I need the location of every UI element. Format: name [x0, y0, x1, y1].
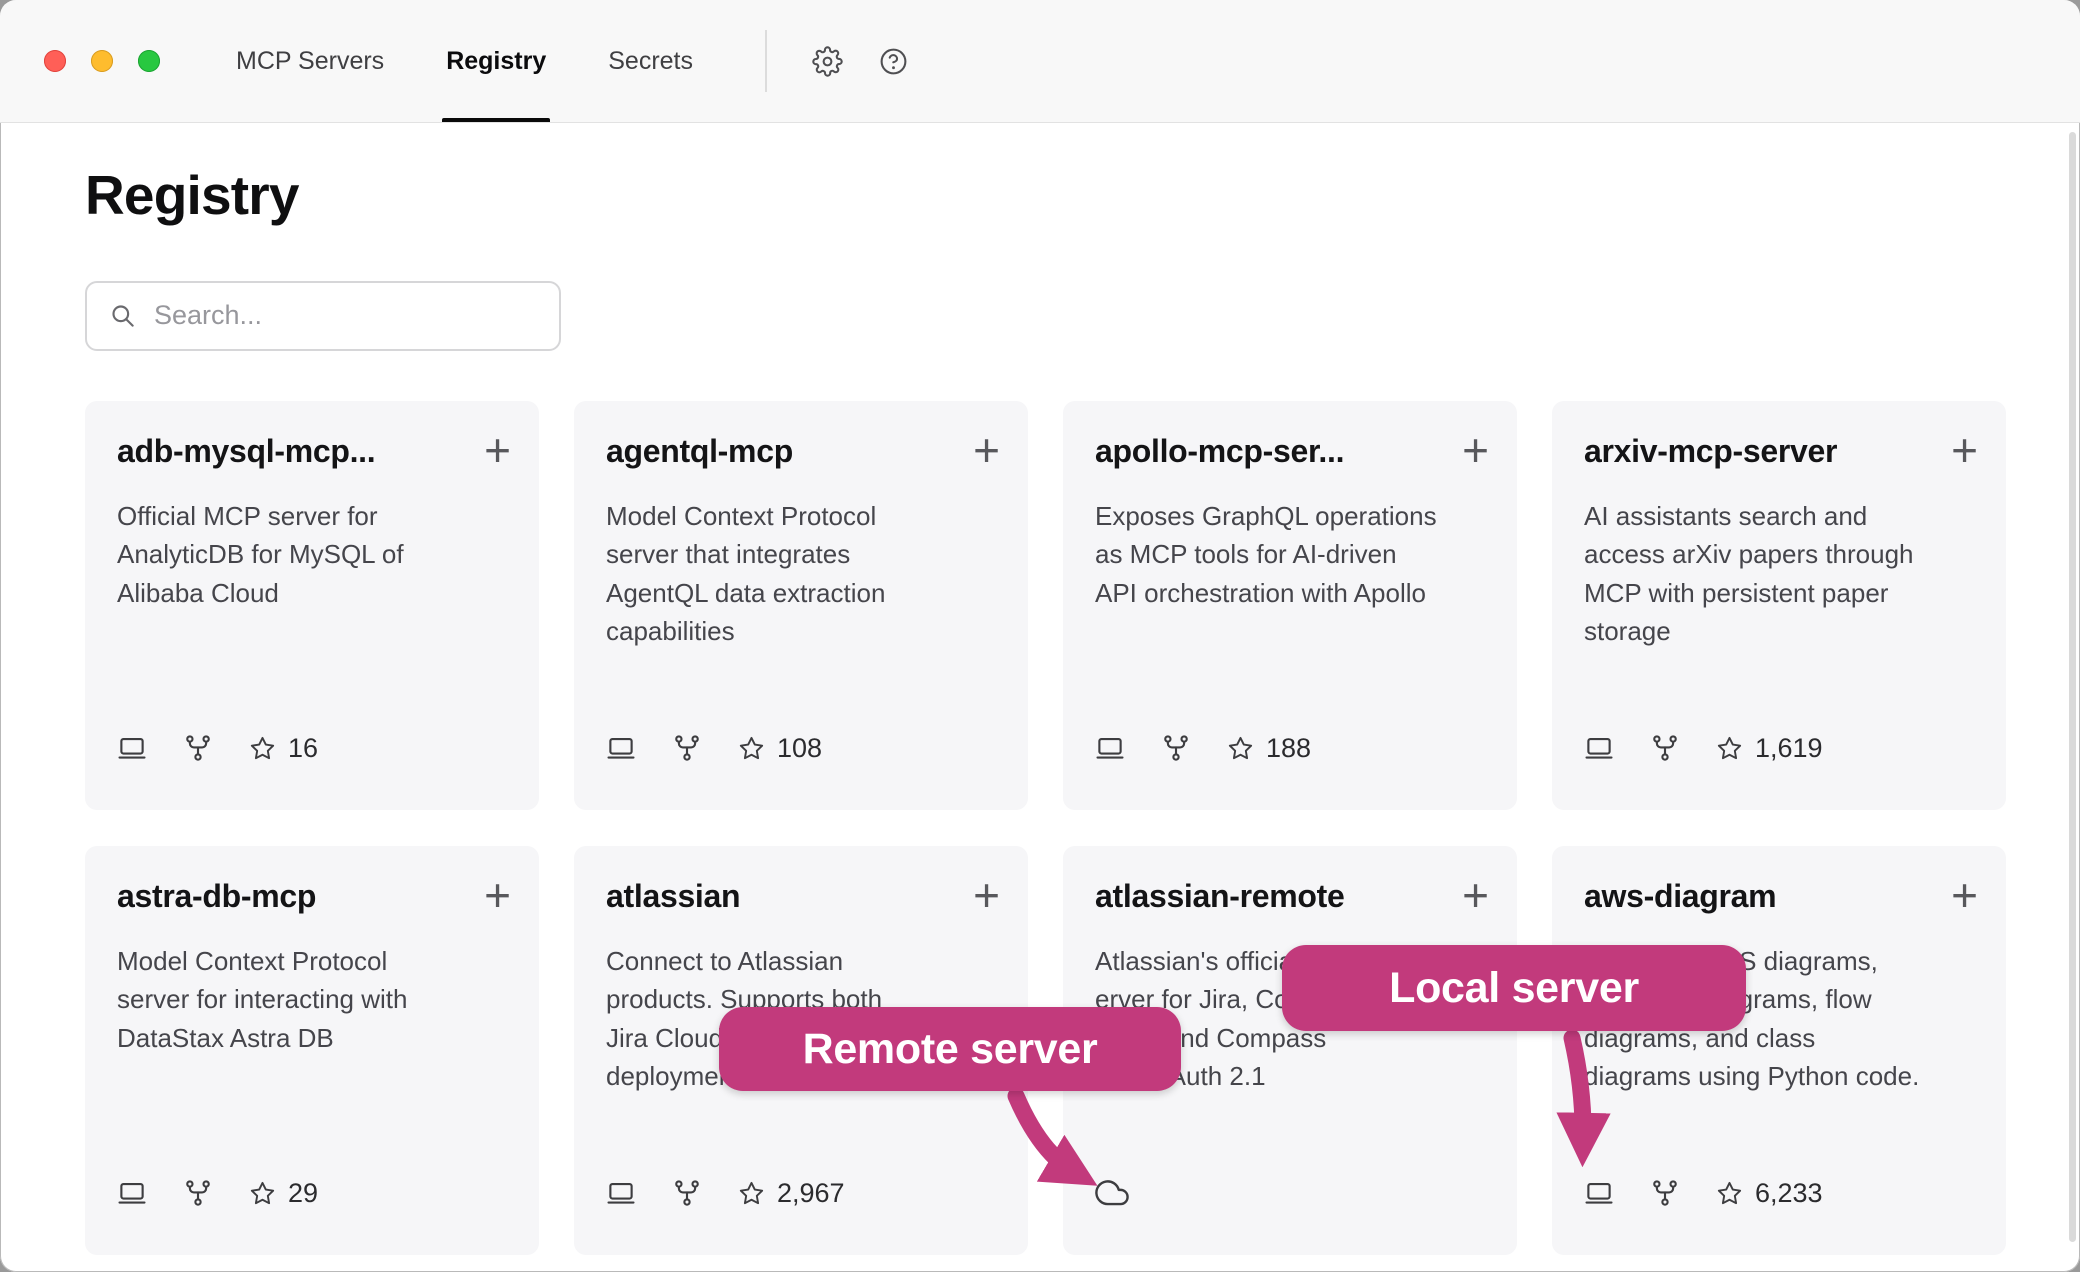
scrollbar[interactable] [2069, 132, 2076, 1242]
add-server-button[interactable]: + [973, 427, 1000, 473]
server-card-grid: adb-mysql-mcp... + Official MCP server f… [85, 401, 2006, 1255]
server-description: Generate AWS diagrams, sequence diagrams… [1584, 942, 1974, 1096]
server-name: atlassian-remote [1095, 878, 1345, 915]
fork-icon [672, 733, 702, 763]
star-rating: 1,619 [1716, 733, 1823, 764]
server-card-apollo-mcp-server: apollo-mcp-ser... + Exposes GraphQL oper… [1063, 401, 1517, 810]
registry-page: Registry adb-mysql-mcp... + Official MCP… [0, 165, 2080, 1255]
cloud-icon [1095, 1175, 1129, 1209]
server-description: Official MCP server for AnalyticDB for M… [117, 497, 507, 612]
server-description: Connect to Atlassian products. Supports … [606, 942, 996, 1096]
server-name: astra-db-mcp [117, 878, 316, 915]
tab-registry[interactable]: Registry [442, 0, 550, 122]
laptop-icon [1584, 733, 1614, 763]
fork-icon [183, 733, 213, 763]
star-rating: 2,967 [738, 1178, 845, 1209]
search-box[interactable] [85, 281, 561, 351]
server-name: adb-mysql-mcp... [117, 433, 375, 470]
server-card-astra-db-mcp: astra-db-mcp + Model Context Protocol se… [85, 846, 539, 1255]
add-server-button[interactable]: + [1462, 427, 1489, 473]
server-card-atlassian-remote: atlassian-remote + Atlassian's official … [1063, 846, 1517, 1255]
star-icon [1227, 735, 1254, 762]
toolbar-divider [765, 30, 767, 92]
server-card-adb-mysql-mcp: adb-mysql-mcp... + Official MCP server f… [85, 401, 539, 810]
add-server-button[interactable]: + [484, 872, 511, 918]
help-icon [878, 46, 909, 77]
server-card-atlassian: atlassian + Connect to Atlassian product… [574, 846, 1028, 1255]
server-name: agentql-mcp [606, 433, 793, 470]
server-description: AI assistants search and access arXiv pa… [1584, 497, 1974, 651]
star-icon [738, 1180, 765, 1207]
server-card-arxiv-mcp-server: arxiv-mcp-server + AI assistants search … [1552, 401, 2006, 810]
fork-icon [183, 1178, 213, 1208]
server-card-aws-diagram: aws-diagram + Generate AWS diagrams, seq… [1552, 846, 2006, 1255]
settings-gear-icon [812, 46, 843, 77]
search-icon [109, 302, 136, 329]
server-name: atlassian [606, 878, 740, 915]
add-server-button[interactable]: + [484, 427, 511, 473]
star-rating: 29 [249, 1178, 318, 1209]
laptop-icon [1095, 733, 1125, 763]
tab-mcp-servers[interactable]: MCP Servers [232, 0, 388, 122]
star-rating: 16 [249, 733, 318, 764]
server-card-agentql-mcp: agentql-mcp + Model Context Protocol ser… [574, 401, 1028, 810]
star-rating: 108 [738, 733, 822, 764]
star-rating: 6,233 [1716, 1178, 1823, 1209]
minimize-window-button[interactable] [91, 50, 113, 72]
star-count: 108 [777, 733, 822, 764]
add-server-button[interactable]: + [1462, 872, 1489, 918]
laptop-icon [117, 1178, 147, 1208]
star-count: 16 [288, 733, 318, 764]
fork-icon [1650, 1178, 1680, 1208]
laptop-icon [606, 1178, 636, 1208]
add-server-button[interactable]: + [1951, 427, 1978, 473]
close-window-button[interactable] [44, 50, 66, 72]
server-description: Model Context Protocol server for intera… [117, 942, 507, 1057]
main-tabs: MCP Servers Registry Secrets [232, 0, 751, 122]
laptop-icon [1584, 1178, 1614, 1208]
star-icon [1716, 735, 1743, 762]
star-icon [1716, 1180, 1743, 1207]
app-window: MCP Servers Registry Secrets Registry ad… [0, 0, 2080, 1272]
server-name: aws-diagram [1584, 878, 1776, 915]
server-description: Exposes GraphQL operations as MCP tools … [1095, 497, 1485, 612]
star-count: 2,967 [777, 1178, 845, 1209]
server-name: apollo-mcp-ser... [1095, 433, 1344, 470]
fork-icon [1161, 733, 1191, 763]
search-input[interactable] [152, 299, 537, 332]
star-rating: 188 [1227, 733, 1311, 764]
page-title: Registry [85, 165, 2006, 227]
toolbar: MCP Servers Registry Secrets [0, 0, 2080, 123]
star-icon [249, 1180, 276, 1207]
star-count: 29 [288, 1178, 318, 1209]
add-server-button[interactable]: + [1951, 872, 1978, 918]
fork-icon [672, 1178, 702, 1208]
window-controls [44, 0, 160, 122]
laptop-icon [606, 733, 636, 763]
star-count: 6,233 [1755, 1178, 1823, 1209]
star-icon [249, 735, 276, 762]
fork-icon [1650, 733, 1680, 763]
add-server-button[interactable]: + [973, 872, 1000, 918]
server-name: arxiv-mcp-server [1584, 433, 1837, 470]
server-description: Model Context Protocol server that integ… [606, 497, 996, 651]
server-description: Atlassian's official MCP s erver for Jir… [1095, 942, 1485, 1096]
star-count: 188 [1266, 733, 1311, 764]
star-icon [738, 735, 765, 762]
tab-secrets[interactable]: Secrets [604, 0, 697, 122]
settings-button[interactable] [803, 37, 851, 85]
star-count: 1,619 [1755, 733, 1823, 764]
laptop-icon [117, 733, 147, 763]
zoom-window-button[interactable] [138, 50, 160, 72]
help-button[interactable] [869, 37, 917, 85]
